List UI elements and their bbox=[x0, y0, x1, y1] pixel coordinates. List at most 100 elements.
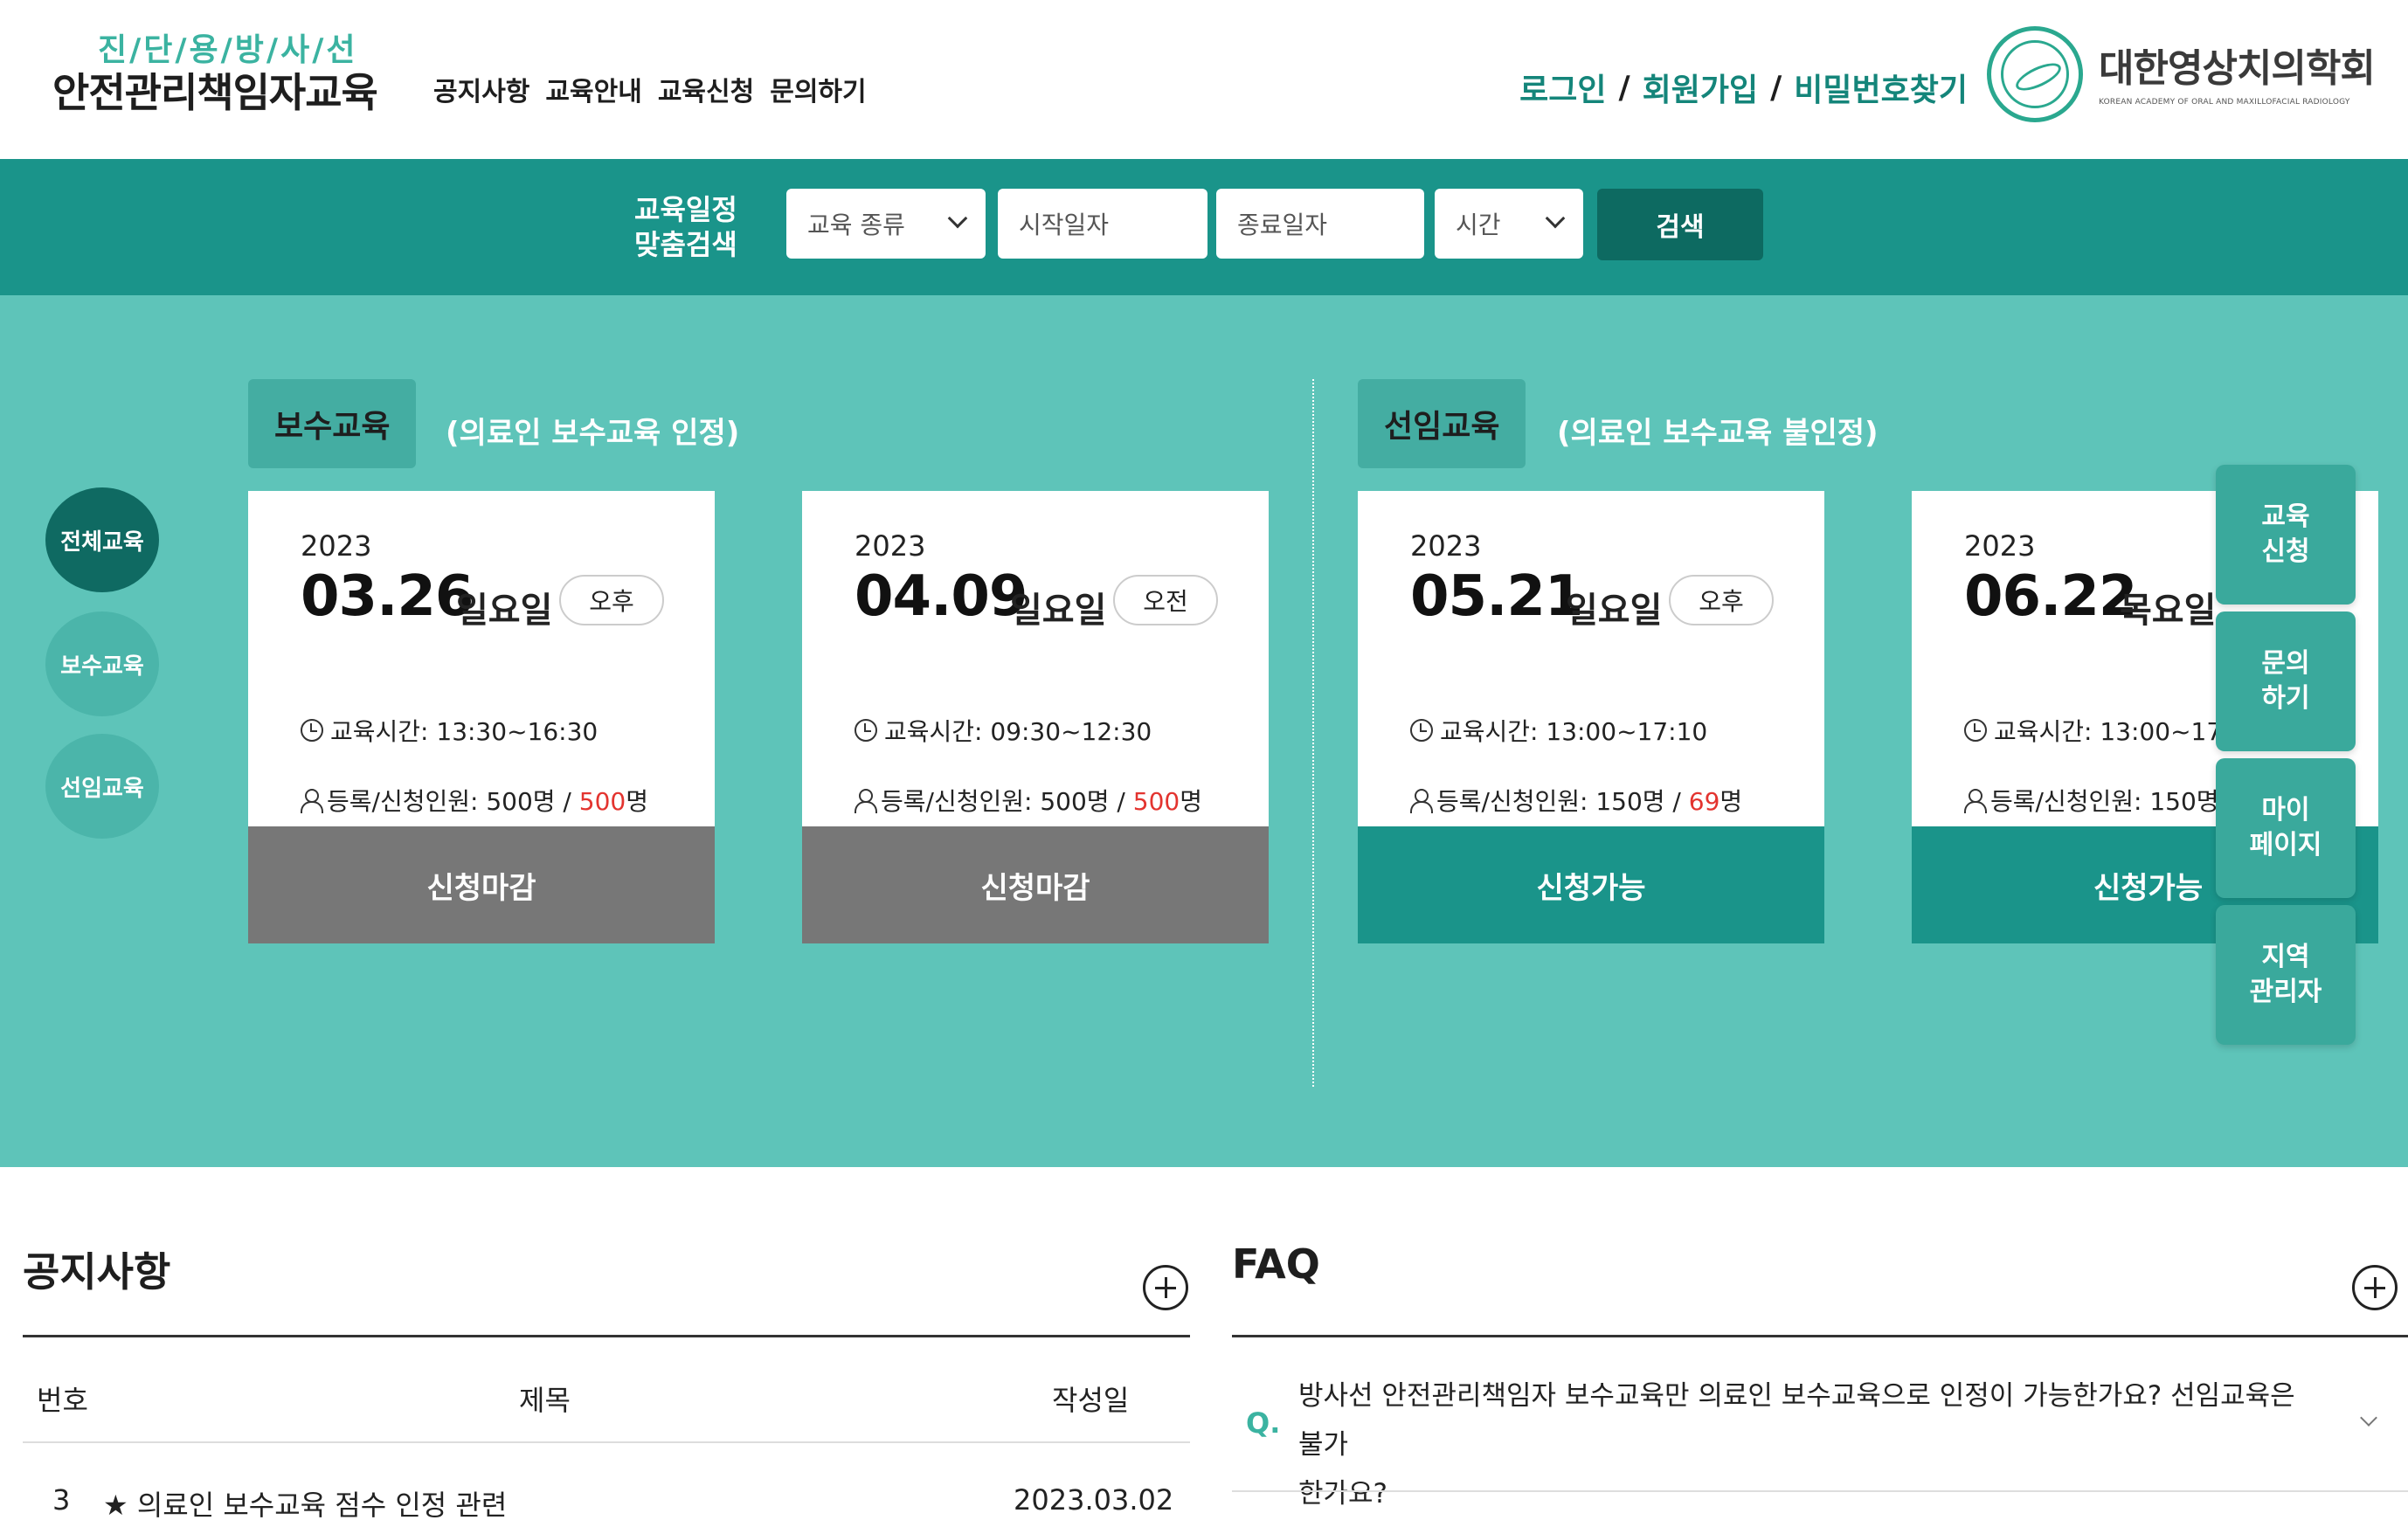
card-registration-unit: 명 bbox=[626, 787, 648, 816]
person-icon bbox=[1410, 789, 1433, 813]
clock-icon bbox=[855, 719, 877, 742]
clock-icon bbox=[301, 719, 323, 742]
nav-education-apply[interactable]: 교육신청 bbox=[658, 70, 754, 108]
faq-question-line2: 한가요? bbox=[1298, 1478, 1388, 1510]
notice-col-title: 제목 bbox=[519, 1384, 571, 1417]
schedule-card[interactable]: 2023 03.26 일요일 오후 교육시간: 13:30~16:30 등록/신… bbox=[248, 491, 715, 826]
notice-header-divider bbox=[23, 1441, 1190, 1443]
card-weekday: 목요일 bbox=[2120, 591, 2217, 631]
filter-refresher[interactable]: 보수교육 bbox=[45, 611, 159, 716]
academy-seal-icon[interactable] bbox=[1987, 26, 2083, 122]
card-registration: 등록/신청인원: 150명 bbox=[1964, 783, 2219, 818]
notice-divider bbox=[23, 1335, 1190, 1337]
find-password-link[interactable]: 비밀번호찾기 bbox=[1794, 65, 1968, 110]
card-time: 교육시간: 13:30~16:30 bbox=[301, 713, 598, 748]
card-registration-label: 등록/신청인원: 150명 / bbox=[1436, 787, 1689, 816]
person-icon bbox=[301, 789, 323, 813]
search-label-line1: 교육일정 bbox=[634, 193, 737, 226]
main-nav: 공지사항 교육안내 교육신청 문의하기 bbox=[433, 70, 867, 108]
card-time-text: 교육시간: 09:30~12:30 bbox=[884, 717, 1152, 746]
filter-appointment[interactable]: 선임교육 bbox=[45, 734, 159, 839]
notice-row-title[interactable]: ★ 의료인 보수교육 점수 인정 관련 bbox=[103, 1483, 507, 1524]
card-year: 2023 bbox=[1410, 529, 1482, 563]
site-header: 진/단/용/방/사/선 안전관리책임자교육 공지사항 교육안내 교육신청 문의하… bbox=[0, 0, 2408, 159]
section-tab-refresher[interactable]: 보수교육 bbox=[248, 379, 417, 468]
card-status-button[interactable]: 신청마감 bbox=[248, 826, 715, 943]
faq-q-mark: Q. bbox=[1246, 1406, 1281, 1440]
separator: / bbox=[1618, 69, 1630, 106]
schedule-card[interactable]: 2023 05.21 일요일 오후 교육시간: 13:00~17:10 등록/신… bbox=[1358, 491, 1824, 826]
academy-name-ko: 대한영상치의학회 bbox=[2099, 46, 2376, 91]
chevron-down-icon bbox=[1545, 208, 1566, 229]
faq-more-plus-icon[interactable] bbox=[2352, 1265, 2398, 1310]
chevron-down-icon[interactable] bbox=[2360, 1409, 2377, 1427]
quick-contact-button[interactable]: 문의 하기 bbox=[2216, 611, 2356, 751]
start-date-input[interactable]: 시작일자 bbox=[998, 189, 1207, 259]
separator: / bbox=[1770, 69, 1782, 106]
card-registration-count: 69 bbox=[1688, 787, 1720, 816]
quick-label: 신청 bbox=[2261, 536, 2310, 567]
card-registration-label: 등록/신청인원: 500명 / bbox=[327, 787, 579, 816]
card-ampm-badge: 오전 bbox=[1113, 575, 1218, 625]
card-registration: 등록/신청인원: 500명 / 500명 bbox=[301, 783, 648, 818]
education-type-select[interactable]: 교육 종류 bbox=[786, 189, 986, 259]
notice-row-number: 3 bbox=[52, 1483, 71, 1517]
card-weekday: 일요일 bbox=[1566, 591, 1663, 631]
card-status-button[interactable]: 신청가능 bbox=[1358, 826, 1824, 943]
card-year: 2023 bbox=[301, 529, 372, 563]
section-tab-appointment[interactable]: 선임교육 bbox=[1358, 379, 1526, 468]
schedule-card[interactable]: 2023 04.09 일요일 오전 교육시간: 09:30~12:30 등록/신… bbox=[802, 491, 1269, 826]
card-year: 2023 bbox=[1964, 529, 2036, 563]
time-select[interactable]: 시간 bbox=[1435, 189, 1583, 259]
card-time: 교육시간: 09:30~12:30 bbox=[855, 713, 1152, 748]
nav-education-info[interactable]: 교육안내 bbox=[545, 70, 641, 108]
section-divider bbox=[1312, 379, 1314, 1087]
search-label-line2: 맞춤검색 bbox=[634, 228, 737, 261]
card-time-text: 교육시간: 13:00~17:10 bbox=[1440, 717, 1708, 746]
card-registration-count: 500 bbox=[1132, 787, 1180, 816]
nav-notice[interactable]: 공지사항 bbox=[433, 70, 529, 108]
schedule-area: 전체교육 보수교육 선임교육 보수교육 (의료인 보수교육 인정) 선임교육 (… bbox=[0, 295, 2408, 1167]
faq-title: FAQ bbox=[1232, 1240, 1320, 1288]
quick-label: 페이지 bbox=[2249, 830, 2322, 860]
card-time-text: 교육시간: 13:00~17: bbox=[1994, 717, 2231, 746]
notice-board: 공지사항 bbox=[23, 1240, 1190, 1298]
signup-link[interactable]: 회원가입 bbox=[1643, 65, 1758, 110]
card-date: 05.21 bbox=[1410, 564, 1583, 629]
quick-mypage-button[interactable]: 마이 페이지 bbox=[2216, 758, 2356, 898]
card-registration: 등록/신청인원: 500명 / 500명 bbox=[855, 783, 1202, 818]
quick-label: 문의 bbox=[2261, 648, 2310, 679]
faq-item-divider bbox=[1232, 1490, 2408, 1492]
quick-label: 관리자 bbox=[2249, 977, 2322, 1007]
notice-more-plus-icon[interactable] bbox=[1143, 1265, 1188, 1310]
education-type-value: 교육 종류 bbox=[807, 211, 905, 239]
card-weekday: 일요일 bbox=[456, 591, 553, 631]
card-registration-unit: 명 bbox=[1180, 787, 1202, 816]
login-link[interactable]: 로그인 bbox=[1519, 65, 1606, 110]
card-registration-unit: 명 bbox=[1720, 787, 1743, 816]
card-status-button[interactable]: 신청마감 bbox=[802, 826, 1269, 943]
card-registration-count: 500 bbox=[578, 787, 626, 816]
notice-col-date: 작성일 bbox=[1052, 1384, 1130, 1417]
card-date: 06.22 bbox=[1964, 564, 2137, 629]
search-label: 교육일정 맞춤검색 bbox=[634, 192, 737, 262]
end-date-input[interactable]: 종료일자 bbox=[1216, 189, 1424, 259]
brand-title[interactable]: 안전관리책임자교육 bbox=[52, 61, 378, 119]
quick-regional-admin-button[interactable]: 지역관리자 bbox=[2216, 905, 2356, 1045]
chevron-down-icon bbox=[947, 208, 968, 229]
filter-all[interactable]: 전체교육 bbox=[45, 487, 159, 592]
card-registration-label: 등록/신청인원: 150명 bbox=[1990, 787, 2219, 816]
quick-apply-button[interactable]: 교육 신청 bbox=[2216, 465, 2356, 605]
quick-label: 지역 bbox=[2261, 942, 2310, 972]
person-icon bbox=[855, 789, 877, 813]
faq-divider bbox=[1232, 1335, 2408, 1337]
schedule-search-bar: 교육일정 맞춤검색 교육 종류 시작일자 종료일자 시간 검색 bbox=[0, 159, 2408, 295]
nav-contact[interactable]: 문의하기 bbox=[770, 70, 866, 108]
section-note-appointment: (의료인 보수교육 불인정) bbox=[1557, 416, 1879, 451]
card-time-text: 교육시간: 13:30~16:30 bbox=[330, 717, 599, 746]
academy-logo[interactable]: 대한영상치의학회 KOREAN ACADEMY OF ORAL AND MAXI… bbox=[2099, 37, 2376, 107]
card-date: 03.26 bbox=[301, 564, 474, 629]
section-note-refresher: (의료인 보수교육 인정) bbox=[446, 416, 740, 451]
card-date: 04.09 bbox=[855, 564, 1028, 629]
search-button[interactable]: 검색 bbox=[1597, 189, 1763, 260]
